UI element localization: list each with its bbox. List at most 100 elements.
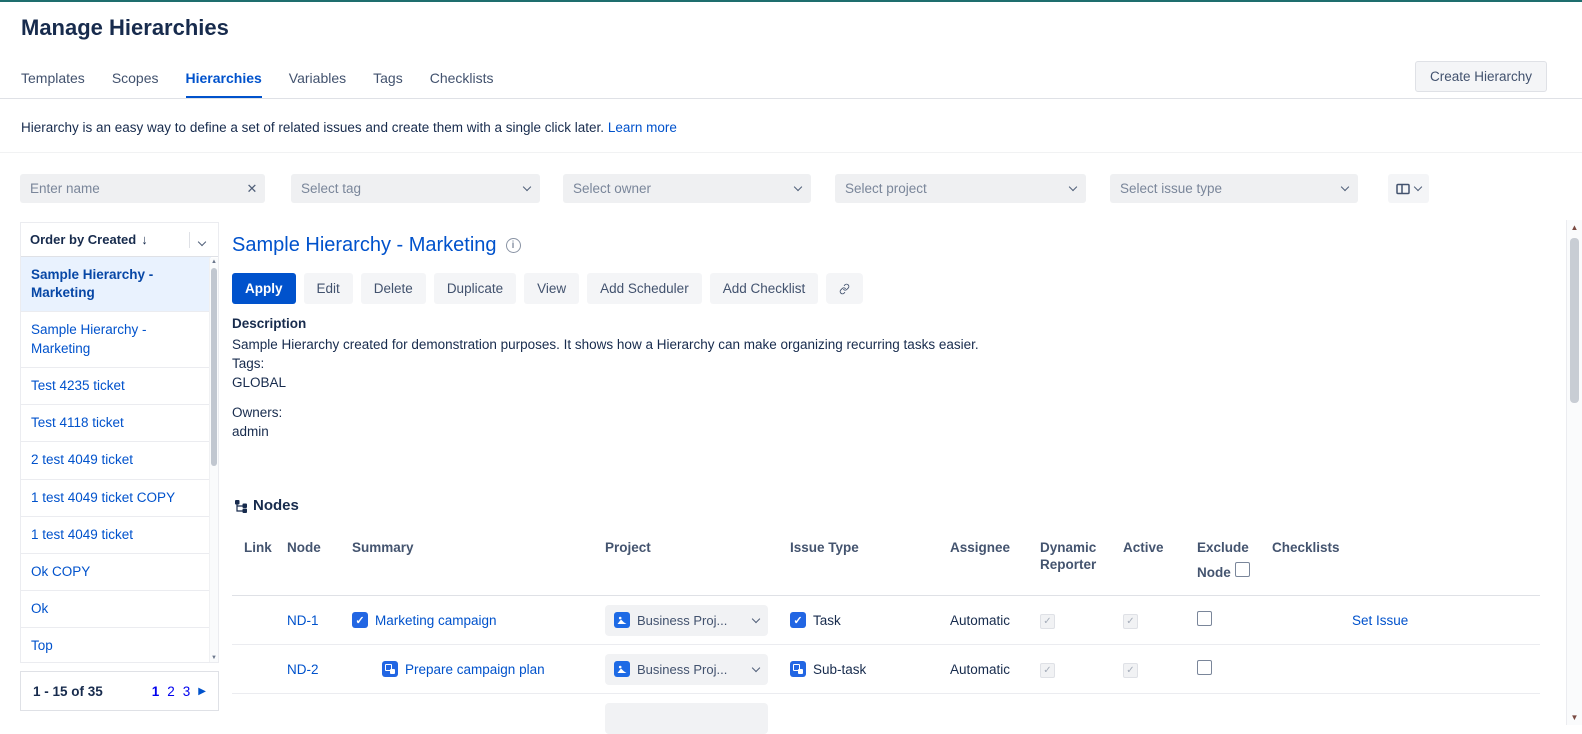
create-hierarchy-button[interactable]: Create Hierarchy bbox=[1415, 61, 1547, 92]
description-label: Description bbox=[232, 314, 979, 333]
node-key-link[interactable]: ND-2 bbox=[287, 662, 319, 677]
hierarchy-list-item[interactable]: Ok bbox=[21, 591, 211, 628]
sort-descending-icon[interactable]: ↓ bbox=[141, 232, 148, 247]
page-scrollbar[interactable]: ▲ ▼ bbox=[1566, 220, 1582, 725]
summary-link[interactable]: Prepare campaign plan bbox=[405, 662, 545, 677]
name-filter: ✕ bbox=[20, 174, 265, 203]
exclude-node-checkbox[interactable] bbox=[1197, 611, 1212, 626]
set-issue-link[interactable]: Set Issue bbox=[1352, 613, 1408, 628]
chevron-down-icon bbox=[523, 183, 531, 191]
clear-icon[interactable]: ✕ bbox=[239, 181, 265, 197]
project-select[interactable]: Business Proj... bbox=[605, 605, 768, 636]
page-title: Manage Hierarchies bbox=[21, 15, 229, 41]
task-icon: ✓ bbox=[790, 612, 806, 628]
hierarchy-list-item[interactable]: 1 test 4049 ticket COPY bbox=[21, 480, 211, 517]
apply-button[interactable]: Apply bbox=[232, 273, 296, 304]
project-select[interactable]: Business Proj... bbox=[605, 654, 768, 685]
info-icon[interactable]: i bbox=[506, 238, 521, 253]
chevron-down-icon bbox=[794, 183, 802, 191]
tag-filter-value: Select tag bbox=[301, 181, 524, 196]
hierarchy-list-item[interactable]: Test 4118 ticket bbox=[21, 405, 211, 442]
project-select[interactable] bbox=[605, 703, 768, 734]
tab-hierarchies[interactable]: Hierarchies bbox=[186, 70, 262, 99]
order-by-dropdown-button[interactable] bbox=[195, 232, 209, 248]
pagination: 1 - 15 of 35 1 2 3 ▶ bbox=[20, 671, 219, 711]
task-icon: ✓ bbox=[352, 612, 368, 628]
nodes-table: Link Node Summary Project Issue Type Ass… bbox=[232, 527, 1540, 715]
issue-type-filter-value: Select issue type bbox=[1120, 181, 1342, 196]
duplicate-button[interactable]: Duplicate bbox=[434, 273, 516, 304]
exclude-node-checkbox[interactable] bbox=[1197, 660, 1212, 675]
tags-label: Tags: bbox=[232, 354, 979, 373]
hierarchy-list-item[interactable]: Sample Hierarchy - Marketing bbox=[21, 312, 211, 367]
hierarchy-list-item[interactable]: Ok COPY bbox=[21, 554, 211, 591]
sidebar-scrollbar[interactable]: ▲ ▼ bbox=[209, 258, 218, 662]
hierarchy-list-item[interactable]: Sample Hierarchy - Marketing bbox=[21, 257, 211, 312]
project-avatar-icon bbox=[614, 612, 630, 628]
nodes-heading-label: Nodes bbox=[253, 497, 299, 514]
chevron-down-icon bbox=[1414, 183, 1422, 191]
chevron-down-icon bbox=[752, 614, 760, 622]
hierarchy-icon bbox=[234, 499, 248, 513]
intro-sentence: Hierarchy is an easy way to define a set… bbox=[21, 120, 604, 135]
hierarchy-list-item[interactable]: Test 4235 ticket bbox=[21, 368, 211, 405]
view-button[interactable]: View bbox=[524, 273, 579, 304]
edit-button[interactable]: Edit bbox=[304, 273, 353, 304]
scroll-down-icon[interactable]: ▼ bbox=[1567, 713, 1582, 722]
add-checklist-button[interactable]: Add Checklist bbox=[710, 273, 819, 304]
nodes-heading: Nodes bbox=[234, 497, 299, 514]
issue-type-value: Sub-task bbox=[813, 662, 866, 677]
tab-tags[interactable]: Tags bbox=[373, 70, 403, 99]
description-text: Sample Hierarchy created for demonstrati… bbox=[232, 335, 979, 354]
sidebar-scrollbar-thumb[interactable] bbox=[211, 268, 217, 466]
scroll-up-icon[interactable]: ▲ bbox=[1567, 223, 1582, 232]
hierarchy-list-panel: Order by Created ↓ Sample Hierarchy - Ma… bbox=[20, 222, 219, 663]
subtask-icon bbox=[382, 661, 398, 677]
page-link-3[interactable]: 3 bbox=[183, 684, 191, 699]
tab-variables[interactable]: Variables bbox=[289, 70, 346, 99]
add-scheduler-button[interactable]: Add Scheduler bbox=[587, 273, 702, 304]
link-icon bbox=[839, 281, 850, 297]
view-settings-button[interactable] bbox=[1388, 174, 1429, 203]
node-key-link[interactable]: ND-1 bbox=[287, 613, 319, 628]
hierarchy-list-item[interactable]: 1 test 4049 ticket bbox=[21, 517, 211, 554]
tab-templates[interactable]: Templates bbox=[21, 70, 85, 99]
subtask-icon bbox=[790, 661, 806, 677]
page-scrollbar-thumb[interactable] bbox=[1570, 238, 1579, 403]
project-avatar-icon bbox=[614, 661, 630, 677]
layout-view-icon bbox=[1396, 182, 1410, 196]
owner-filter-value: Select owner bbox=[573, 181, 795, 196]
page-link-1[interactable]: 1 bbox=[152, 684, 160, 699]
page-link-2[interactable]: 2 bbox=[167, 684, 175, 699]
intro-divider bbox=[0, 152, 1582, 153]
delete-button[interactable]: Delete bbox=[361, 273, 426, 304]
col-summary: Summary bbox=[352, 539, 605, 556]
assignee-value: Automatic bbox=[950, 662, 1040, 677]
tab-checklists[interactable]: Checklists bbox=[430, 70, 494, 99]
name-filter-input[interactable] bbox=[20, 174, 239, 203]
col-dynamic-reporter: Dynamic Reporter bbox=[1040, 539, 1123, 573]
tab-scopes[interactable]: Scopes bbox=[112, 70, 159, 99]
summary-link[interactable]: Marketing campaign bbox=[375, 613, 497, 628]
col-assignee: Assignee bbox=[950, 539, 1040, 556]
project-filter-select[interactable]: Select project bbox=[835, 174, 1086, 203]
hierarchy-list: Sample Hierarchy - Marketing Sample Hier… bbox=[21, 257, 211, 663]
chevron-down-icon bbox=[1069, 183, 1077, 191]
project-select-value: Business Proj... bbox=[637, 613, 746, 628]
order-by-label: Order by Created bbox=[30, 232, 136, 247]
hierarchy-list-item[interactable]: Top bbox=[21, 628, 211, 663]
tag-filter-select[interactable]: Select tag bbox=[291, 174, 540, 203]
node-row: ND-1 ✓ Marketing campaign Business Proj.… bbox=[232, 596, 1540, 645]
owner-filter-select[interactable]: Select owner bbox=[563, 174, 811, 203]
copy-link-button[interactable] bbox=[826, 273, 863, 304]
hierarchy-list-item[interactable]: 2 test 4049 ticket bbox=[21, 442, 211, 479]
active-checkbox: ✓ bbox=[1123, 614, 1138, 629]
scroll-down-icon[interactable]: ▼ bbox=[210, 655, 218, 661]
exclude-node-select-all-checkbox[interactable] bbox=[1235, 562, 1250, 577]
col-project: Project bbox=[605, 539, 790, 556]
col-link: Link bbox=[244, 539, 287, 556]
scroll-up-icon[interactable]: ▲ bbox=[210, 259, 218, 265]
next-page-icon[interactable]: ▶ bbox=[198, 686, 206, 697]
issue-type-filter-select[interactable]: Select issue type bbox=[1110, 174, 1358, 203]
learn-more-link[interactable]: Learn more bbox=[608, 120, 677, 135]
